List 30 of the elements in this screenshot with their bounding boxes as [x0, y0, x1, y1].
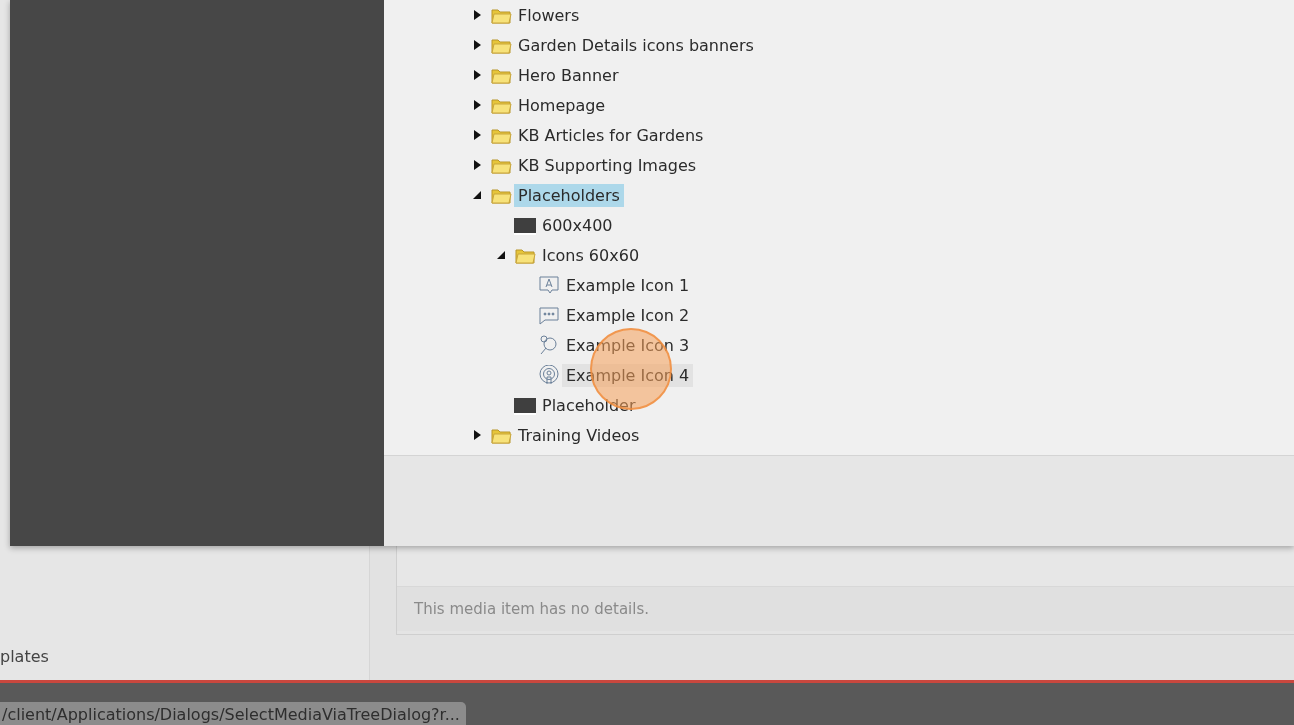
- tree-item[interactable]: Homepage: [514, 93, 610, 117]
- tree-item[interactable]: Placeholders: [514, 183, 624, 207]
- chat-bubble-icon: [538, 305, 560, 325]
- expand-arrow-icon[interactable]: [472, 69, 482, 81]
- collapse-arrow-icon[interactable]: [496, 249, 506, 261]
- broadcast-icon: [538, 365, 560, 385]
- tree-item[interactable]: KB Articles for Gardens: [514, 123, 708, 147]
- tree-item[interactable]: Example Icon 1: [562, 273, 694, 297]
- details-message: This media item has no details.: [397, 586, 1294, 631]
- tree-item[interactable]: Icons 60x60: [538, 243, 644, 267]
- expand-arrow-icon[interactable]: [472, 429, 482, 441]
- expand-arrow-icon[interactable]: [472, 159, 482, 171]
- tree-item[interactable]: Example Icon 2: [562, 303, 694, 327]
- collapse-arrow-icon[interactable]: [472, 189, 482, 201]
- image-thumbnail-icon: [514, 395, 536, 415]
- tree-item[interactable]: Garden Details icons banners: [514, 33, 758, 57]
- letter-bubble-icon: [538, 275, 560, 295]
- expand-arrow-icon[interactable]: [472, 39, 482, 51]
- expand-arrow-icon[interactable]: [472, 99, 482, 111]
- tree-item[interactable]: Flowers: [514, 3, 584, 27]
- tree-item[interactable]: KB Supporting Images: [514, 153, 701, 177]
- expand-arrow-icon[interactable]: [472, 9, 482, 21]
- tree-item[interactable]: 600x400: [538, 213, 617, 237]
- magnifier-icon: [538, 335, 560, 355]
- sidebar-item[interactable]: plates: [0, 647, 49, 666]
- tree-item[interactable]: Training Videos: [514, 423, 644, 447]
- image-thumbnail-icon: [514, 215, 536, 235]
- tree-item[interactable]: Hero Banner: [514, 63, 623, 87]
- status-url-tooltip: /client/Applications/Dialogs/SelectMediaViaTreeDialog?r...: [0, 702, 466, 725]
- expand-arrow-icon[interactable]: [472, 129, 482, 141]
